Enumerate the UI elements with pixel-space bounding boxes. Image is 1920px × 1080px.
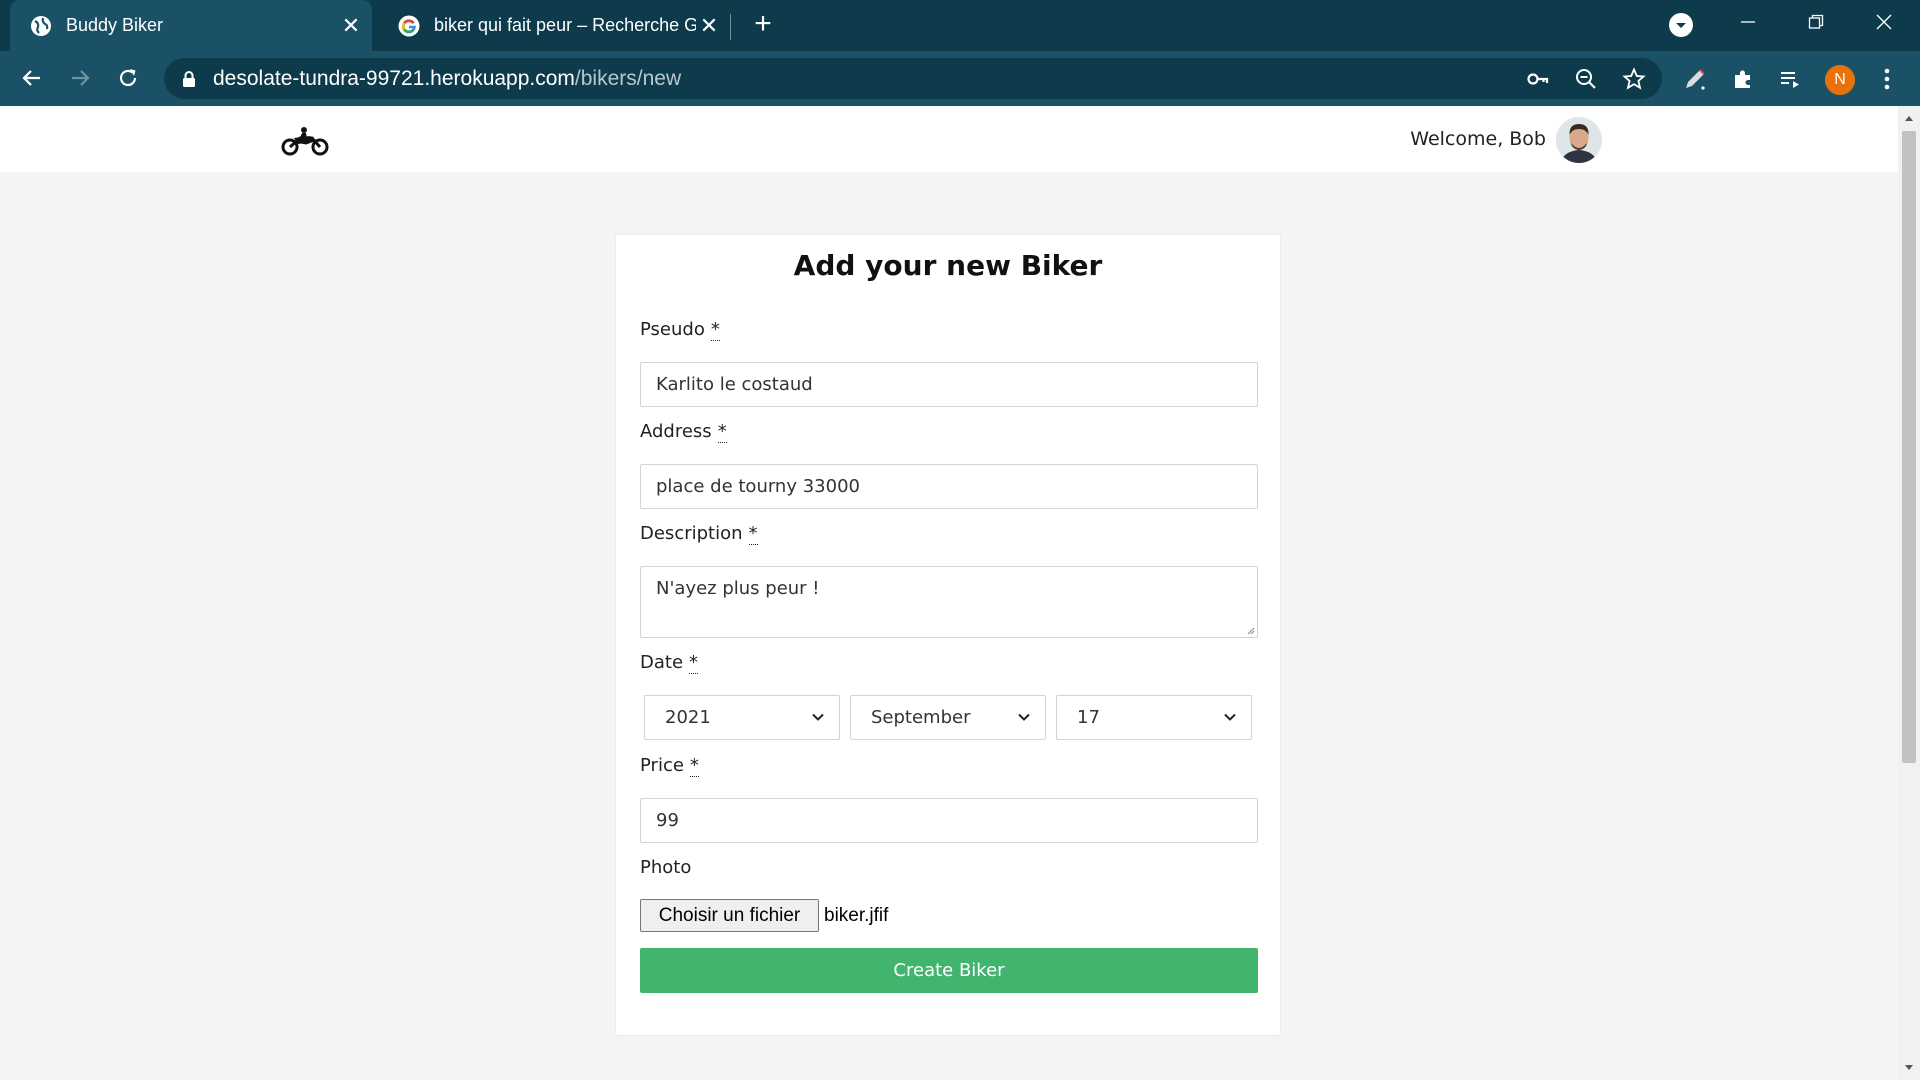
profile-avatar[interactable]: N [1825,65,1855,95]
extensions-icon[interactable] [1728,64,1758,94]
description-text: N'ayez plus peur ! [656,578,820,599]
resize-handle-icon[interactable] [1245,625,1255,635]
price-label: Price * [640,755,699,777]
required-marker: * [748,523,758,545]
tab-google-search[interactable]: biker qui fait peur – Recherche G ✕ [378,0,730,51]
chevron-down-icon [1224,713,1236,721]
site-navbar: Welcome, Bob [0,106,1898,172]
chevron-down-icon [1018,713,1030,721]
minimize-icon[interactable] [1714,0,1782,44]
welcome-text: Welcome, Bob [1410,128,1546,150]
page-scrollbar[interactable] [1898,106,1920,1080]
month-select[interactable]: September [850,695,1046,740]
back-icon[interactable] [13,59,51,97]
reading-list-icon[interactable] [1775,64,1805,94]
forward-icon[interactable] [61,59,99,97]
month-value: September [871,707,971,728]
browser-toolbar: desolate-tundra-99721.herokuapp.com/bike… [0,51,1920,106]
tab-buddy-biker[interactable]: Buddy Biker ✕ [10,0,372,51]
page-viewport: Welcome, Bob Add your new Biker Pseudo * … [0,106,1898,1080]
day-value: 17 [1077,707,1100,728]
scrollbar-thumb[interactable] [1902,131,1916,763]
description-textarea[interactable]: N'ayez plus peur ! [640,566,1258,638]
tab-search-icon[interactable] [1669,13,1693,37]
globe-icon [30,15,52,37]
required-marker: * [689,755,699,777]
scroll-down-icon[interactable] [1904,1064,1914,1072]
year-value: 2021 [665,707,711,728]
user-avatar[interactable] [1556,117,1602,163]
tab-title: Buddy Biker [66,15,164,35]
price-input[interactable]: 99 [640,798,1258,843]
chevron-down-icon [812,713,824,721]
required-marker: * [689,652,699,674]
required-marker: * [717,421,727,443]
google-icon [398,15,420,37]
restore-icon[interactable] [1782,0,1850,44]
motorcycle-icon[interactable] [280,126,330,156]
browser-tabstrip: Buddy Biker ✕ biker qui fait peur – Rech… [0,0,1920,51]
pseudo-input[interactable]: Karlito le costaud [640,362,1258,407]
close-tab-icon[interactable]: ✕ [696,13,722,39]
key-icon[interactable] [1525,66,1551,92]
close-window-icon[interactable] [1850,0,1918,44]
url-text: desolate-tundra-99721.herokuapp.com/bike… [213,67,682,90]
new-biker-form: Add your new Biker Pseudo * Karlito le co… [615,234,1281,1036]
new-tab-button[interactable]: + [748,9,778,40]
address-bar[interactable]: desolate-tundra-99721.herokuapp.com/bike… [164,58,1662,99]
pseudo-label: Pseudo * [640,319,720,341]
create-biker-button[interactable]: Create Biker [640,948,1258,993]
year-select[interactable]: 2021 [644,695,840,740]
menu-icon[interactable] [1872,64,1902,94]
star-icon[interactable] [1621,66,1647,92]
required-marker: * [710,319,720,341]
lock-icon [183,71,195,87]
day-select[interactable]: 17 [1056,695,1252,740]
address-input[interactable]: place de tourny 33000 [640,464,1258,509]
address-label: Address * [640,421,727,443]
tab-title: biker qui fait peur – Recherche G [434,15,696,35]
selected-file-name: biker.jfif [824,905,889,926]
date-selects: 2021 September 17 [644,695,1256,740]
tab-separator [730,14,731,40]
description-label: Description * [640,523,758,545]
close-tab-icon[interactable]: ✕ [338,13,364,39]
zoom-out-icon[interactable] [1573,66,1599,92]
form-title: Add your new Biker [793,249,1103,282]
scroll-up-icon[interactable] [1904,114,1914,122]
photo-label: Photo [640,857,692,878]
pen-extension-icon[interactable] [1680,64,1710,94]
choose-file-button[interactable]: Choisir un fichier [640,899,819,932]
date-label: Date * [640,652,699,674]
reload-icon[interactable] [109,59,147,97]
